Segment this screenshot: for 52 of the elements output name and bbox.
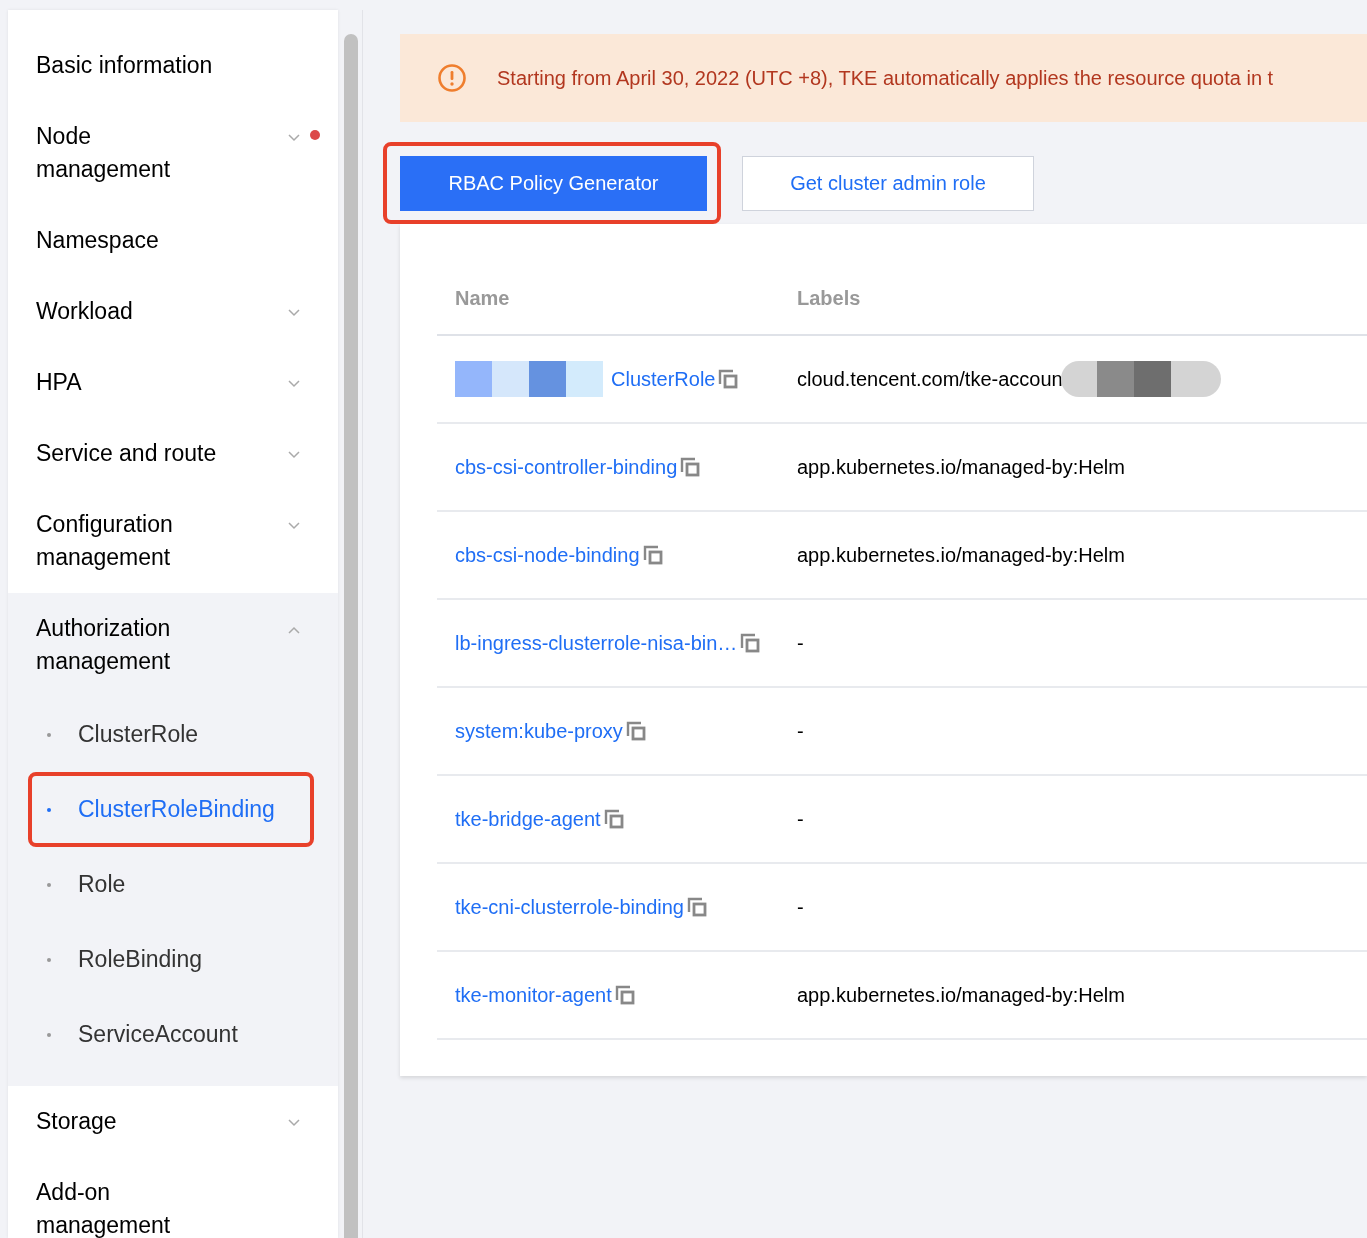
column-header: Name [454, 286, 511, 310]
copy-icon[interactable] [614, 985, 635, 1005]
sidebar-item[interactable]: Storage [8, 1086, 338, 1157]
table-cell: - [797, 895, 804, 919]
binding-link[interactable]: system:kube-proxy [455, 720, 623, 742]
admin-role-button[interactable]: Get cluster admin role [742, 156, 1034, 211]
table-cell: cloud.tencent.com/tke-accoun [797, 367, 1063, 391]
warning-icon [437, 63, 467, 93]
table-cell: - [797, 719, 804, 743]
binding-link[interactable]: cbs-csi-node-binding [455, 544, 640, 566]
submenu-item[interactable]: RoleBinding [32, 929, 310, 990]
sidebar-item[interactable]: Authorization management [8, 593, 338, 697]
table-cell: app.kubernetes.io/managed-by:Helm [797, 543, 1125, 567]
copy-icon[interactable] [603, 809, 624, 829]
chevron-icon [288, 451, 300, 459]
binding-link[interactable]: lb-ingress-clusterrole-nisa-bin… [455, 632, 738, 654]
chevron-icon [288, 1119, 300, 1127]
copy-icon[interactable] [680, 457, 701, 477]
sidebar-item[interactable]: Workload [8, 276, 338, 347]
copy-icon[interactable] [642, 545, 663, 565]
chevron-icon [288, 134, 300, 142]
chevron-icon [288, 522, 300, 530]
sidebar-item[interactable]: Configuration management [8, 489, 338, 593]
submenu-item[interactable]: ServiceAccount [32, 1004, 310, 1065]
copy-icon[interactable] [718, 369, 739, 389]
table-cell: - [797, 807, 804, 831]
table-cell: app.kubernetes.io/managed-by:Helm [797, 983, 1125, 1007]
binding-link[interactable]: tke-bridge-agent [455, 808, 601, 830]
submenu-item[interactable]: Role [32, 854, 310, 915]
sidebar-item[interactable]: Basic information [8, 30, 338, 101]
sidebar-item[interactable]: Namespace [8, 205, 338, 276]
copy-icon[interactable] [625, 721, 646, 741]
chevron-icon [288, 380, 300, 388]
sidebar-item[interactable]: Node management [8, 101, 338, 205]
copy-icon[interactable] [687, 897, 707, 917]
sidebar-item[interactable]: HPA [8, 347, 338, 418]
submenu-item[interactable]: ClusterRole [32, 704, 310, 765]
binding-link[interactable]: cbs-csi-controller-binding [455, 456, 678, 478]
sidebar-item[interactable]: Add-on management [8, 1157, 338, 1238]
table-cell: app.kubernetes.io/managed-by:Helm [797, 455, 1125, 479]
generator-button[interactable]: RBAC Policy Generator [400, 156, 707, 211]
chevron-icon [288, 626, 300, 634]
copy-icon[interactable] [740, 633, 761, 653]
binding-link[interactable]: tke-monitor-agent [455, 984, 612, 1006]
notice-text: Starting from April 30, 2022 (UTC +8), TKE automatically applies the resource quota in t [497, 66, 1274, 90]
table-cell: - [797, 631, 804, 655]
chevron-icon [288, 309, 300, 317]
sidebar-item[interactable]: Service and route [8, 418, 338, 489]
submenu-item[interactable]: ClusterRoleBinding [32, 779, 310, 840]
column-header: Labels [796, 286, 862, 310]
binding-link[interactable]: tke-cni-clusterrole-binding [455, 896, 684, 918]
binding-link[interactable]: ClusterRole [611, 368, 716, 390]
